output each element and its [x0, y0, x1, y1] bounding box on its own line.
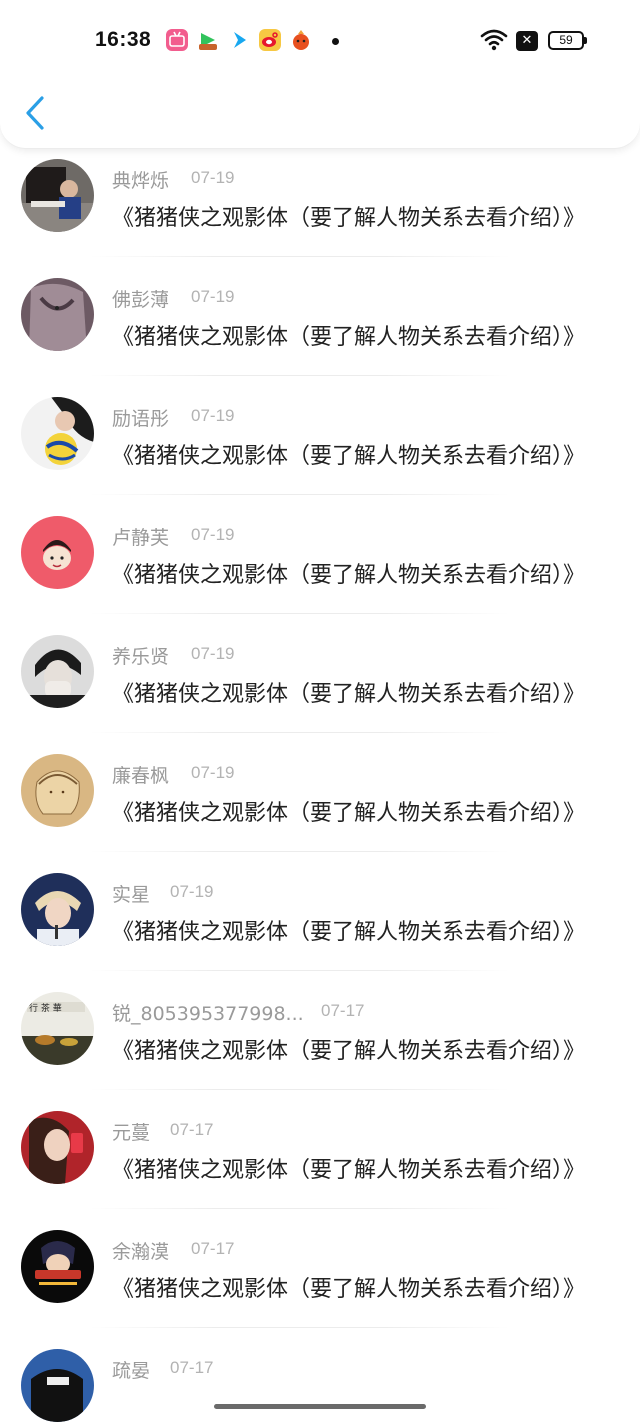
arrow-app-icon	[229, 29, 251, 51]
list-item[interactable]: 典烨烁 07-19 《猪猪侠之观影体（要了解人物关系去看介绍）》	[0, 150, 640, 269]
post-date: 07-19	[191, 525, 235, 544]
author-name: 佛彭薄	[112, 289, 170, 311]
avatar: 行 茶 華	[21, 992, 94, 1065]
divider	[90, 1327, 510, 1328]
post-date: 07-17	[321, 1001, 365, 1020]
avatar	[21, 1349, 94, 1422]
story-title: 《猪猪侠之观影体（要了解人物关系去看介绍）》	[112, 1277, 586, 1302]
home-indicator[interactable]	[214, 1404, 426, 1409]
post-date: 07-19	[191, 406, 235, 425]
divider	[90, 1208, 510, 1209]
divider	[90, 613, 510, 614]
list-item[interactable]: 佛彭薄 07-19 《猪猪侠之观影体（要了解人物关系去看介绍）》	[0, 269, 640, 388]
wifi-icon	[480, 28, 508, 52]
avatar	[21, 159, 94, 232]
story-title: 《猪猪侠之观影体（要了解人物关系去看介绍）》	[112, 801, 586, 826]
author-name: 元蔓	[112, 1122, 151, 1144]
divider	[90, 494, 510, 495]
status-time: 16:38	[95, 28, 152, 51]
avatar	[21, 516, 94, 589]
battery-icon: 59	[548, 31, 587, 50]
story-list: 典烨烁 07-19 《猪猪侠之观影体（要了解人物关系去看介绍）》 佛彭薄 07-…	[0, 150, 640, 1422]
list-item[interactable]: 养乐贤 07-19 《猪猪侠之观影体（要了解人物关系去看介绍）》	[0, 626, 640, 745]
avatar	[21, 754, 94, 827]
story-title: 《猪猪侠之观影体（要了解人物关系去看介绍）》	[112, 563, 586, 588]
story-title: 《猪猪侠之观影体（要了解人物关系去看介绍）》	[112, 920, 586, 945]
divider	[90, 970, 510, 971]
story-title: 《猪猪侠之观影体（要了解人物关系去看介绍）》	[112, 1039, 586, 1064]
list-item[interactable]: 卢静芙 07-19 《猪猪侠之观影体（要了解人物关系去看介绍）》	[0, 507, 640, 626]
status-bar: 16:38 ✕ 59	[0, 0, 640, 84]
avatar	[21, 397, 94, 470]
post-date: 07-17	[170, 1120, 214, 1139]
author-name: 余瀚漠	[112, 1241, 170, 1263]
post-date: 07-17	[170, 1358, 214, 1377]
post-date: 07-17	[191, 1239, 235, 1258]
divider	[90, 732, 510, 733]
post-date: 07-19	[170, 882, 214, 901]
notification-dot	[332, 38, 339, 45]
avatar	[21, 1230, 94, 1303]
author-name: 廉春枫	[112, 765, 170, 787]
story-title: 《猪猪侠之观影体（要了解人物关系去看介绍）》	[112, 1158, 586, 1183]
author-name: 实星	[112, 884, 151, 906]
divider	[90, 1089, 510, 1090]
avatar	[21, 1111, 94, 1184]
author-name: 疏晏	[112, 1360, 151, 1382]
avatar	[21, 278, 94, 351]
divider	[90, 851, 510, 852]
post-date: 07-19	[191, 763, 235, 782]
chevron-left-icon	[26, 96, 44, 130]
list-item[interactable]: 实星 07-19 《猪猪侠之观影体（要了解人物关系去看介绍）》	[0, 864, 640, 983]
close-box-icon: ✕	[516, 31, 538, 51]
author-name: 典烨烁	[112, 170, 170, 192]
post-date: 07-19	[191, 168, 235, 187]
list-item[interactable]: 励语彤 07-19 《猪猪侠之观影体（要了解人物关系去看介绍）》	[0, 388, 640, 507]
weibo-icon	[259, 29, 281, 51]
list-item[interactable]: 元蔓 07-17 《猪猪侠之观影体（要了解人物关系去看介绍）》	[0, 1102, 640, 1221]
list-item[interactable]: 余瀚漠 07-17 《猪猪侠之观影体（要了解人物关系去看介绍）》	[0, 1221, 640, 1340]
author-name: 卢静芙	[112, 527, 170, 549]
story-title: 《猪猪侠之观影体（要了解人物关系去看介绍）》	[112, 682, 586, 707]
svg-text:行 茶 華: 行 茶 華	[29, 1002, 62, 1014]
author-name: 励语彤	[112, 408, 170, 430]
avatar	[21, 873, 94, 946]
post-date: 07-19	[191, 287, 235, 306]
author-name: 锐_805395377998...	[112, 1003, 304, 1025]
divider	[90, 375, 510, 376]
story-title: 《猪猪侠之观影体（要了解人物关系去看介绍）》	[112, 206, 586, 231]
bilibili-icon	[166, 29, 188, 51]
list-item[interactable]: 疏晏 07-17	[0, 1340, 640, 1422]
fire-app-icon	[290, 29, 312, 51]
story-title: 《猪猪侠之观影体（要了解人物关系去看介绍）》	[112, 444, 586, 469]
video-app-icon	[197, 29, 219, 51]
list-item[interactable]: 廉春枫 07-19 《猪猪侠之观影体（要了解人物关系去看介绍）》	[0, 745, 640, 864]
back-button[interactable]	[20, 92, 50, 134]
author-name: 养乐贤	[112, 646, 170, 668]
list-item[interactable]: 行 茶 華 锐_805395377998... 07-17 《猪猪侠之观影体（要…	[0, 983, 640, 1102]
story-title: 《猪猪侠之观影体（要了解人物关系去看介绍）》	[112, 325, 586, 350]
avatar	[21, 635, 94, 708]
divider	[90, 256, 510, 257]
post-date: 07-19	[191, 644, 235, 663]
